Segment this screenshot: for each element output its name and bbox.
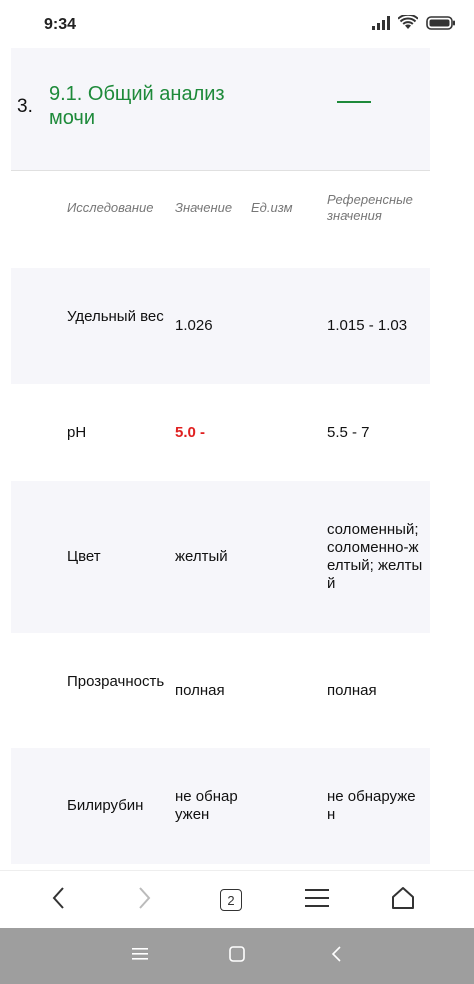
system-back-button[interactable]	[325, 944, 349, 968]
table-row: Билирубин не обнаружен не обнаружен	[11, 748, 430, 864]
row-name: Билирубин	[67, 797, 144, 814]
tabs-button[interactable]: 2	[214, 883, 248, 917]
recents-button[interactable]	[128, 944, 152, 968]
browser-bottom-nav: 2	[0, 870, 474, 928]
chevron-right-icon	[136, 886, 152, 915]
square-home-icon	[229, 945, 245, 967]
back-icon	[331, 945, 343, 967]
menu-icon	[305, 888, 329, 913]
divider	[11, 170, 430, 171]
home-button[interactable]	[386, 883, 420, 917]
forward-button[interactable]	[127, 883, 161, 917]
row-name: Прозрачность	[67, 673, 165, 690]
row-reference: 5.5 - 7	[327, 424, 370, 441]
row-reference: не обнаружен	[327, 788, 416, 823]
system-home-button[interactable]	[225, 944, 249, 968]
row-reference: 1.015 - 1.03	[327, 317, 408, 334]
table-row: pH 5.0 - 5.5 - 7	[11, 384, 430, 481]
wifi-icon	[397, 13, 419, 35]
section-title[interactable]: 9.1. Общий анализ мочи	[49, 82, 249, 130]
row-name: Цвет	[67, 548, 101, 565]
row-name: Удельный вес	[67, 308, 164, 325]
recents-icon	[132, 947, 148, 966]
table-row: Удельный вес 1.026 1.015 - 1.03	[11, 268, 430, 384]
column-header-unit: Ед.изм	[251, 200, 293, 215]
menu-button[interactable]	[300, 883, 334, 917]
table-row: Прозрачность полная полная	[11, 633, 430, 748]
row-value: 1.026	[175, 317, 213, 334]
status-time: 9:34	[44, 16, 77, 33]
row-value-abnormal: 5.0 -	[175, 424, 206, 441]
row-reference: полная	[327, 682, 377, 699]
status-dash-line	[337, 101, 371, 103]
row-reference: соломенный; соломенно-желтый; желтый	[327, 521, 423, 592]
row-value: желтый	[175, 548, 228, 565]
page-content[interactable]: 3. 9.1. Общий анализ мочи — Исследование…	[0, 48, 474, 870]
tabs-count: 2	[220, 889, 242, 911]
signal-icon	[372, 15, 390, 35]
row-name: pH	[67, 424, 87, 441]
section-header[interactable]: 3. 9.1. Общий анализ мочи —	[11, 48, 430, 170]
system-nav-bar	[0, 928, 474, 984]
row-value: полная	[175, 682, 225, 699]
column-header-name: Исследование	[67, 200, 154, 215]
home-icon	[390, 885, 416, 916]
status-icons	[372, 13, 456, 35]
status-bar: 9:34	[0, 0, 474, 48]
battery-icon	[426, 15, 456, 35]
column-header-reference: Референсные значения	[327, 192, 413, 223]
table-row: Цвет желтый соломенный; соломенно-желтый…	[11, 481, 430, 633]
column-header-value: Значение	[175, 200, 233, 215]
section-number: 3.	[17, 96, 33, 117]
back-button[interactable]	[42, 883, 76, 917]
row-value: не обнаружен	[175, 788, 238, 823]
chevron-left-icon	[51, 886, 67, 915]
